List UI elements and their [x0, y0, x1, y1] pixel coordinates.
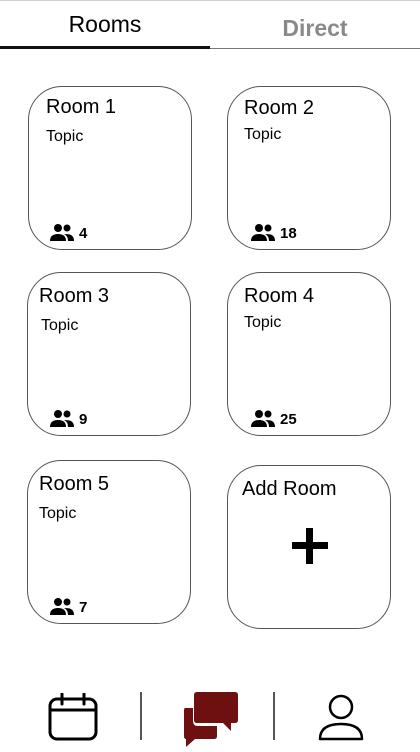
- room-card-2[interactable]: Room 2 Topic 18: [227, 86, 391, 250]
- member-count-value: 9: [79, 410, 88, 428]
- room-card-5[interactable]: Room 5 Topic 7: [27, 460, 191, 624]
- tab-direct[interactable]: Direct: [210, 0, 420, 48]
- room-name: Room 4: [244, 285, 315, 307]
- member-count-value: 25: [280, 410, 297, 428]
- tab-bar: Rooms Direct: [0, 0, 420, 50]
- calendar-icon: [48, 692, 98, 741]
- room-card-3[interactable]: Room 3 Topic 9: [27, 272, 191, 436]
- people-icon: [251, 224, 275, 241]
- active-tab-indicator: [0, 46, 210, 49]
- room-card-4[interactable]: Room 4 Topic 25: [227, 272, 391, 436]
- member-count: 4: [49, 223, 87, 243]
- room-name: Room 2: [244, 97, 315, 119]
- tab-direct-label: Direct: [282, 14, 348, 41]
- room-name: Room 1: [46, 96, 117, 118]
- room-topic: Topic: [244, 314, 282, 331]
- nav-chat[interactable]: [183, 690, 239, 752]
- plus-icon: [290, 526, 330, 566]
- tab-rooms-label: Rooms: [68, 10, 142, 37]
- people-icon: [50, 224, 74, 241]
- room-topic: Topic: [244, 126, 282, 143]
- nav-divider: [273, 692, 275, 740]
- bottom-nav: [0, 680, 420, 752]
- nav-calendar[interactable]: [48, 692, 98, 748]
- chat-icon: [184, 692, 238, 747]
- nav-divider: [140, 692, 142, 740]
- add-room-button[interactable]: Add Room: [227, 465, 391, 629]
- people-icon: [251, 410, 275, 427]
- people-icon: [50, 598, 74, 615]
- room-card-1[interactable]: Room 1 Topic 4: [28, 86, 192, 250]
- room-topic: Topic: [39, 505, 77, 522]
- add-room-label: Add Room: [242, 478, 337, 500]
- member-count-value: 7: [79, 598, 88, 616]
- member-count: 25: [250, 409, 297, 429]
- people-icon: [50, 410, 74, 427]
- member-count: 7: [49, 597, 87, 617]
- tab-rooms[interactable]: Rooms: [0, 0, 210, 48]
- member-count-value: 4: [79, 224, 88, 242]
- room-name: Room 3: [39, 285, 110, 307]
- member-count: 18: [250, 223, 297, 243]
- nav-profile[interactable]: [316, 692, 366, 747]
- room-topic: Topic: [41, 317, 79, 334]
- tab-divider: [210, 48, 420, 49]
- member-count: 9: [49, 409, 87, 429]
- room-name: Room 5: [39, 473, 110, 495]
- profile-icon: [318, 694, 364, 741]
- room-topic: Topic: [46, 128, 84, 145]
- member-count-value: 18: [280, 224, 297, 242]
